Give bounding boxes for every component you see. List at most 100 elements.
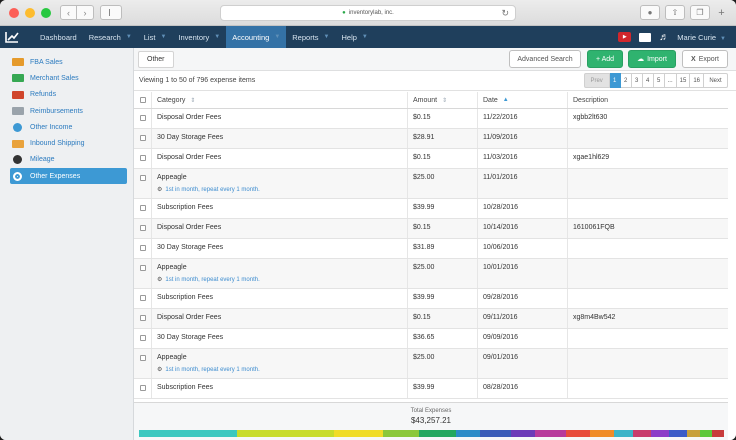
advanced-search-button[interactable]: Advanced Search xyxy=(509,50,581,68)
row-checkbox[interactable] xyxy=(139,245,146,251)
nav-item-dashboard[interactable]: Dashboard xyxy=(34,26,83,48)
row-checkbox[interactable] xyxy=(139,385,146,391)
cell-description xyxy=(568,349,728,378)
inventorylab-logo-icon[interactable] xyxy=(0,26,24,48)
nav-item-list[interactable]: List ▼ xyxy=(138,26,173,48)
tabs-icon[interactable]: ❐ xyxy=(690,5,710,20)
category-color-bar xyxy=(139,430,724,437)
table-row[interactable]: Subscription Fees $39.99 08/28/2016 xyxy=(134,379,728,399)
table-row[interactable]: Disposal Order Fees $0.15 11/03/2016 xgae1h… xyxy=(134,149,728,169)
header-description[interactable]: Description xyxy=(568,92,728,108)
color-bar-segment xyxy=(589,430,615,437)
sidebar-item-inbound-shipping[interactable]: Inbound Shipping xyxy=(0,135,133,151)
row-checkbox[interactable] xyxy=(139,175,146,181)
sidebar-item-other-income[interactable]: Other Income xyxy=(0,119,133,135)
repeat-label: 1st in month, repeat every 1 month. xyxy=(165,277,260,283)
sidebar-item-other-expenses[interactable]: Other Expenses xyxy=(10,168,127,185)
page-4[interactable]: 4 xyxy=(642,73,654,88)
row-checkbox[interactable] xyxy=(139,355,146,361)
nav-item-inventory[interactable]: Inventory ▼ xyxy=(172,26,226,48)
table-row[interactable]: Appeagle $25.00 11/01/2016 ⚙ 1st in month, r… xyxy=(134,169,728,199)
table-row[interactable]: Subscription Fees $39.99 09/28/2016 xyxy=(134,289,728,309)
add-button[interactable]: + Add xyxy=(587,50,623,68)
row-checkbox[interactable] xyxy=(139,155,146,161)
row-checkbox[interactable] xyxy=(139,265,146,271)
sidebar-item-reimbursements[interactable]: Reimbursements xyxy=(0,103,133,119)
row-checkbox[interactable] xyxy=(139,115,146,121)
table-row[interactable]: 30 Day Storage Fees $36.65 09/09/2016 xyxy=(134,329,728,349)
table-row[interactable]: Disposal Order Fees $0.15 11/22/2016 xgbb2l… xyxy=(134,109,728,129)
nav-item-accounting[interactable]: Accounting ▼ xyxy=(226,26,287,48)
back-button[interactable]: ‹ xyxy=(60,5,77,20)
table-row[interactable]: Disposal Order Fees $0.15 10/14/2016 161006… xyxy=(134,219,728,239)
zoom-window-button[interactable] xyxy=(41,8,51,18)
row-checkbox[interactable] xyxy=(139,225,146,231)
nav-item-label: Inventory xyxy=(178,32,210,42)
forward-button[interactable]: › xyxy=(77,5,94,20)
repeat-schedule[interactable]: ⚙ 1st in month, repeat every 1 month. xyxy=(157,186,260,193)
table-row[interactable]: 30 Day Storage Fees $28.91 11/09/2016 xyxy=(134,129,728,149)
header-amount[interactable]: Amount ⇕ xyxy=(408,92,478,108)
speaker-icon[interactable]: ♬ xyxy=(659,32,669,43)
row-checkbox[interactable] xyxy=(139,135,146,141)
page-3[interactable]: 3 xyxy=(631,73,643,88)
sidebar-toggle-button[interactable] xyxy=(100,5,122,20)
cloud-upload-icon: ☁ xyxy=(637,56,645,63)
page-15[interactable]: 15 xyxy=(676,73,691,88)
youtube-icon[interactable]: ▶ xyxy=(618,32,632,42)
cell-checkbox xyxy=(134,109,152,128)
minimize-window-button[interactable] xyxy=(25,8,35,18)
row-checkbox[interactable] xyxy=(139,205,146,211)
sidebar-item-mileage[interactable]: Mileage xyxy=(0,152,133,168)
mail-icon[interactable] xyxy=(639,32,652,42)
export-label: Export xyxy=(698,55,719,63)
header-category[interactable]: Category ⇕ xyxy=(152,92,408,108)
repeat-schedule[interactable]: ⚙ 1st in month, repeat every 1 month. xyxy=(157,366,260,373)
table-row[interactable]: Subscription Fees $39.99 10/28/2016 xyxy=(134,199,728,219)
new-tab-button[interactable]: + xyxy=(715,5,728,20)
cell-amount: $0.15 xyxy=(408,309,478,328)
page-1[interactable]: 1 xyxy=(609,73,621,88)
row-checkbox[interactable] xyxy=(139,335,146,341)
table-row[interactable]: 30 Day Storage Fees $31.89 10/06/2016 xyxy=(134,239,728,259)
cell-amount: $39.99 xyxy=(408,199,478,218)
page-next[interactable]: Next xyxy=(704,73,728,88)
repeat-schedule[interactable]: ⚙ 1st in month, repeat every 1 month. xyxy=(157,276,260,283)
table-row[interactable]: Appeagle $25.00 09/01/2016 ⚙ 1st in month, r… xyxy=(134,349,728,379)
cell-description: xg8m4Bw542 xyxy=(568,309,728,328)
export-button[interactable]: X Export xyxy=(682,50,728,68)
nav-item-reports[interactable]: Reports ▼ xyxy=(286,26,335,48)
reload-icon[interactable]: ↻ xyxy=(501,8,509,19)
color-bar-segment xyxy=(535,430,566,437)
download-icon[interactable]: ● xyxy=(640,5,660,20)
color-bar-segment xyxy=(419,430,456,437)
row-checkbox[interactable] xyxy=(139,295,146,301)
select-all-checkbox[interactable] xyxy=(139,97,146,103)
nav-item-help[interactable]: Help ▼ xyxy=(335,26,373,48)
nav-item-research[interactable]: Research ▼ xyxy=(83,26,138,48)
total-expenses-label: Total Expenses xyxy=(410,408,452,414)
category-value: Disposal Order Fees xyxy=(157,314,222,321)
page-2[interactable]: 2 xyxy=(620,73,632,88)
row-checkbox[interactable] xyxy=(139,315,146,321)
page-16[interactable]: 16 xyxy=(690,73,704,88)
page-5[interactable]: 5 xyxy=(653,73,665,88)
tab-other[interactable]: Other xyxy=(138,51,174,68)
share-icon[interactable]: ⇧ xyxy=(665,5,685,20)
category-value: Subscription Fees xyxy=(157,204,214,211)
cell-date: 08/28/2016 xyxy=(478,379,568,398)
cell-description xyxy=(568,329,728,348)
chevron-down-icon: ▼ xyxy=(323,34,330,40)
import-button[interactable]: ☁ Import xyxy=(628,50,676,68)
close-window-button[interactable] xyxy=(9,8,19,18)
header-date[interactable]: Date ▲ xyxy=(478,92,568,108)
sidebar-item-fba-sales[interactable]: FBA Sales xyxy=(0,54,133,70)
table-row[interactable]: Appeagle $25.00 10/01/2016 ⚙ 1st in month, r… xyxy=(134,259,728,289)
sidebar-item-refunds[interactable]: Refunds xyxy=(0,87,133,103)
table-row[interactable]: Disposal Order Fees $0.15 09/11/2016 xg8m4B… xyxy=(134,309,728,329)
expenses-table: Category ⇕ Amount ⇕ Date ▲ Description Disp… xyxy=(134,92,728,399)
user-menu[interactable]: Marie Curie ▼ xyxy=(677,33,726,42)
address-bar[interactable]: ● inventorylab, inc. ↻ xyxy=(220,5,516,21)
sidebar-item-merchant-sales[interactable]: Merchant Sales xyxy=(0,70,133,86)
page-prev[interactable]: Prev xyxy=(583,73,610,88)
